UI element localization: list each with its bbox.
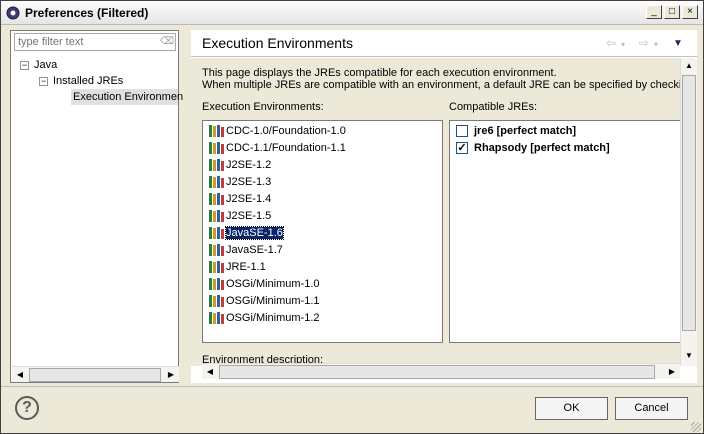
help-icon[interactable]: ? [15,396,39,420]
environment-label: J2SE-1.5 [226,210,272,222]
environments-label: Execution Environments: [202,101,324,113]
jre-library-icon [209,278,224,291]
maximize-button[interactable]: □ [664,5,680,19]
page-vertical-scrollbar[interactable]: ▲ ▼ [680,58,697,366]
view-menu-icon[interactable]: ▼ [673,38,683,49]
collapse-icon[interactable]: − [39,77,48,86]
page-description: This page displays the JREs compatible f… [202,67,680,91]
rhapsody-checkbox[interactable]: ✓ [456,142,468,154]
environment-item[interactable]: CDC-1.0/Foundation-1.0 [209,123,346,140]
environment-item[interactable]: CDC-1.1/Foundation-1.1 [209,140,346,157]
back-dropdown-icon[interactable]: ▾ [621,40,625,49]
forward-dropdown-icon[interactable]: ▾ [654,40,658,49]
environments-list[interactable]: CDC-1.0/Foundation-1.0 CDC-1.1/Foundation… [202,120,443,343]
forward-icon[interactable]: ⇨ [639,36,649,50]
tree-item-label: Java [34,59,58,71]
sidebar-horizontal-scrollbar[interactable]: ◀ ▶ [12,366,179,382]
environment-item[interactable]: OSGi/Minimum-1.2 [209,310,320,327]
scroll-right-icon[interactable]: ▶ [163,367,179,383]
resize-grip[interactable] [691,422,701,432]
environment-label: JavaSE-1.6 [225,226,284,240]
tree-item-execution-environments[interactable]: Execution Environmen [71,89,183,105]
environment-label: JRE-1.1 [226,261,266,273]
jre6-label: jre6 [perfect match] [474,125,577,137]
environment-item[interactable]: JavaSE-1.6 [209,225,284,242]
filter-input[interactable] [15,34,155,50]
environment-item[interactable]: OSGi/Minimum-1.1 [209,293,320,310]
environment-item[interactable]: J2SE-1.4 [209,191,271,208]
environment-item[interactable]: OSGi/Minimum-1.0 [209,276,320,293]
environment-label: OSGi/Minimum-1.1 [226,295,320,307]
preferences-window: Preferences (Filtered) _ □ × ⌫ − Java − … [0,0,704,434]
jre-library-icon [209,176,224,189]
description-line: When multiple JREs are compatible with a… [202,79,680,91]
jre-library-icon [209,312,224,325]
jre-library-icon [209,159,224,172]
dialog-footer: ? OK Cancel [1,386,703,433]
scroll-thumb[interactable] [219,365,655,379]
preferences-sidebar: ⌫ − Java − Installed JREs Execution Envi… [10,30,183,383]
environment-item[interactable]: J2SE-1.5 [209,208,271,225]
environment-label: JavaSE-1.7 [226,244,283,256]
title-bar[interactable]: Preferences (Filtered) _ □ × [1,1,703,25]
jre-library-icon [209,193,224,206]
environment-label: J2SE-1.2 [226,159,272,171]
minimize-button[interactable]: _ [646,5,662,19]
scroll-right-icon[interactable]: ▶ [664,364,680,380]
window-title: Preferences (Filtered) [25,6,149,20]
scroll-up-icon[interactable]: ▲ [681,58,697,74]
jre-library-icon [209,210,224,223]
compatible-jres-list[interactable]: jre6 [perfect match] ✓ Rhapsody [perfect… [449,120,680,343]
filter-field: ⌫ [14,33,176,51]
preference-page: Execution Environments ⇦ ▾ ⇨ ▾ ▼ This pa… [191,30,697,383]
page-header: Execution Environments ⇦ ▾ ⇨ ▾ ▼ [191,30,697,57]
page-content: This page displays the JREs compatible f… [191,58,680,366]
compatible-jres-label: Compatible JREs: [449,101,538,113]
environment-item[interactable]: J2SE-1.3 [209,174,271,191]
back-icon[interactable]: ⇦ [606,36,616,50]
jre-library-icon [209,295,224,308]
tree-item-java[interactable]: − Java [20,57,170,73]
scroll-thumb[interactable] [682,75,696,331]
scroll-thumb[interactable] [29,368,161,382]
jre6-checkbox[interactable] [456,125,468,137]
cancel-button[interactable]: Cancel [615,397,688,420]
ok-button[interactable]: OK [535,397,608,420]
jre-library-icon [209,125,224,138]
page-horizontal-scrollbar[interactable]: ◀ ▶ [202,363,680,379]
environment-label: J2SE-1.3 [226,176,272,188]
preferences-app-icon [6,6,20,20]
scroll-left-icon[interactable]: ◀ [202,364,218,380]
jre-library-icon [209,227,224,240]
environment-label: OSGi/Minimum-1.0 [226,278,320,290]
tree-item-label: Execution Environmen [73,91,184,103]
clear-filter-icon[interactable]: ⌫ [160,36,174,48]
environment-label: J2SE-1.4 [226,193,272,205]
collapse-icon[interactable]: − [20,61,29,70]
jre-library-icon [209,244,224,257]
environment-label: CDC-1.1/Foundation-1.1 [226,142,346,154]
tree-item-label: Installed JREs [53,75,124,87]
environment-item[interactable]: JRE-1.1 [209,259,266,276]
environment-item[interactable]: J2SE-1.2 [209,157,271,174]
environment-item[interactable]: JavaSE-1.7 [209,242,283,259]
jre-library-icon [209,142,224,155]
rhapsody-label: Rhapsody [perfect match] [474,142,610,154]
tree-item-installed-jres[interactable]: − Installed JREs [39,73,179,89]
close-button[interactable]: × [682,5,698,19]
environment-label: OSGi/Minimum-1.2 [226,312,320,324]
description-line: This page displays the JREs compatible f… [202,67,557,79]
environment-label: CDC-1.0/Foundation-1.0 [226,125,346,137]
jre-library-icon [209,261,224,274]
scroll-down-icon[interactable]: ▼ [681,348,697,364]
page-title: Execution Environments [202,35,353,51]
scroll-left-icon[interactable]: ◀ [12,367,28,383]
